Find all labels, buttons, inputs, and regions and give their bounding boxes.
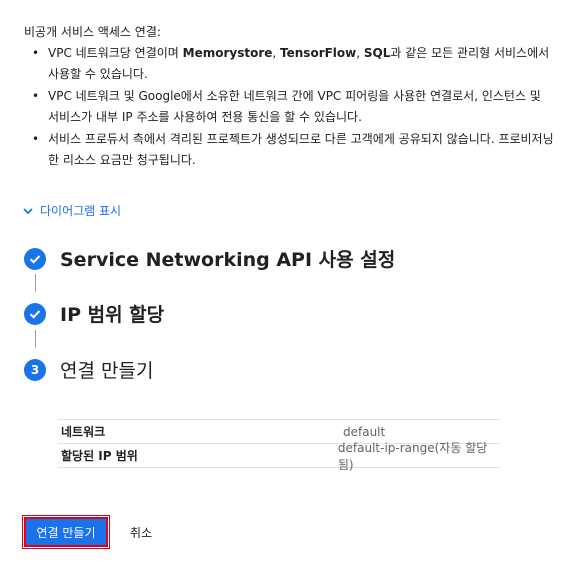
cancel-button[interactable]: 취소 bbox=[130, 522, 152, 542]
step-3-number: 3 bbox=[24, 358, 46, 381]
detail-value: default-ip-range(자동 할당됨) bbox=[337, 440, 488, 472]
detail-key: 할당된 IP 범위 bbox=[61, 449, 138, 463]
step-3: 3 연결 만들기 bbox=[24, 356, 153, 383]
step-1: Service Networking API 사용 설정 bbox=[24, 245, 395, 272]
chevron-down-icon bbox=[23, 207, 33, 214]
show-diagram-label: 다이어그램 표시 bbox=[40, 204, 122, 218]
bullet-text: VPC 네트워크당 연결이며 bbox=[48, 46, 183, 60]
detail-key: 네트워크 bbox=[61, 425, 106, 439]
bullet-text: , bbox=[272, 46, 281, 60]
intro-section: 비공개 서비스 액세스 연결: VPC 네트워크당 연결이며 Memorysto… bbox=[24, 22, 554, 172]
show-diagram-toggle[interactable]: 다이어그램 표시 bbox=[22, 202, 121, 219]
intro-heading: 비공개 서비스 액세스 연결: bbox=[24, 25, 161, 39]
connection-details-table: 네트워크 default 할당된 IP 범위 default-ip-range(… bbox=[58, 419, 500, 472]
create-connection-button[interactable]: 연결 만들기 bbox=[22, 515, 110, 549]
table-row: 할당된 IP 범위 default-ip-range(자동 할당됨) bbox=[58, 441, 500, 472]
bullet-bold: Memorystore bbox=[182, 46, 273, 60]
step-2-title: IP 범위 할당 bbox=[60, 304, 165, 326]
step-2: IP 범위 할당 bbox=[24, 300, 164, 327]
intro-bullet-3: 서비스 프로듀서 측에서 격리된 프로젝트가 생성되므로 다른 고객에게 공유되… bbox=[24, 129, 554, 171]
detail-value: default bbox=[343, 424, 386, 439]
step-1-title: Service Networking API 사용 설정 bbox=[60, 249, 396, 271]
check-icon bbox=[24, 247, 46, 270]
step-connector bbox=[35, 274, 36, 292]
intro-bullet-1: VPC 네트워크당 연결이며 Memorystore, TensorFlow, … bbox=[24, 43, 554, 85]
bullet-bold: TensorFlow bbox=[280, 46, 357, 60]
step-connector bbox=[35, 330, 36, 348]
intro-bullet-2: VPC 네트워크 및 Google에서 소유한 네트워크 간에 VPC 피어링을… bbox=[24, 86, 554, 128]
bullet-bold: SQL bbox=[363, 46, 391, 60]
step-3-title: 연결 만들기 bbox=[60, 360, 154, 382]
check-icon bbox=[24, 302, 46, 325]
bullet-text: , bbox=[356, 46, 364, 60]
intro-bullet-list: VPC 네트워크당 연결이며 Memorystore, TensorFlow, … bbox=[24, 43, 554, 171]
